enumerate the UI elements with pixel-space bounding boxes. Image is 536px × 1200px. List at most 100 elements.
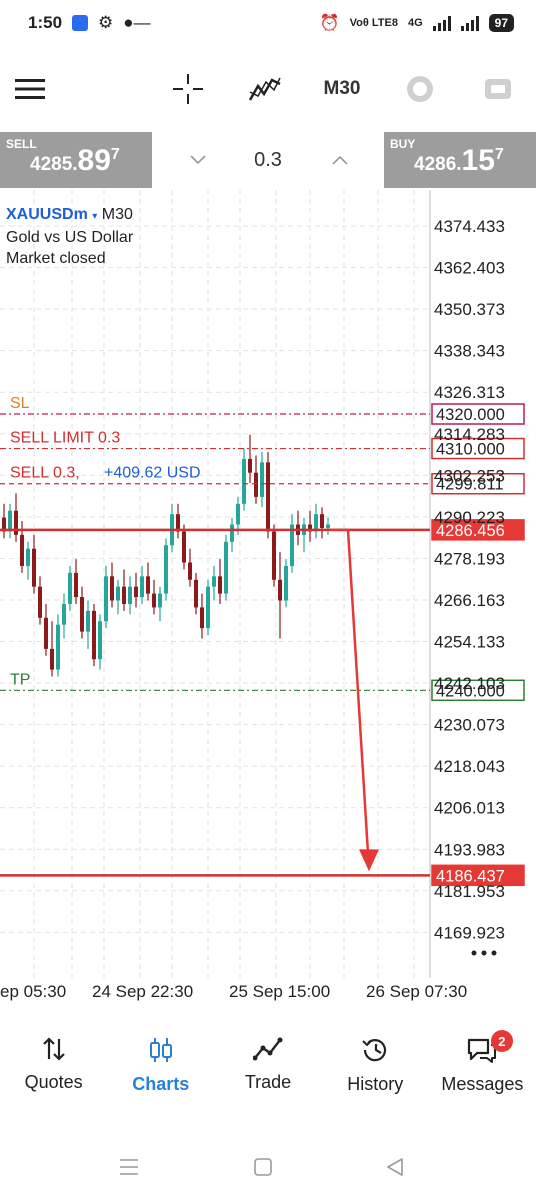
more-dot[interactable] (481, 950, 487, 956)
candle-bearish (50, 621, 54, 677)
candle-body (164, 545, 168, 594)
nav-charts[interactable]: Charts (107, 1024, 214, 1114)
candle-bullish (164, 538, 168, 601)
symbol-name[interactable]: XAUUSDm (6, 206, 88, 223)
buy-button[interactable]: BUY 4286.157 (384, 132, 536, 188)
price-tick: 4350.373 (434, 300, 505, 319)
one-click-trading-panel: SELL 4285.897 0.3 BUY 4286.157 (0, 132, 536, 188)
candle-body (284, 565, 288, 601)
more-dot[interactable] (491, 950, 497, 956)
candle-bullish (104, 565, 108, 629)
candle-body (230, 524, 234, 542)
candle-bearish (14, 493, 18, 542)
candle-bullish (170, 503, 174, 553)
back-button[interactable] (384, 1156, 406, 1183)
square-icon (254, 1158, 272, 1176)
candle-bullish (26, 541, 30, 580)
sl-price-label: 4320.000 (436, 406, 505, 424)
nav-quotes[interactable]: Quotes (0, 1024, 107, 1114)
time-tick: 26 Sep 07:30 (366, 982, 468, 1001)
lot-size: 0.3 (152, 132, 384, 188)
sell-price: 4285.897 (30, 144, 120, 177)
candle-body (236, 503, 240, 525)
candle-bullish (314, 503, 318, 539)
candle-bullish (128, 576, 132, 615)
candle-bullish (158, 586, 162, 622)
chart-settings-icon (485, 79, 511, 99)
price-tick: 4338.343 (434, 342, 505, 361)
crosshair-button[interactable] (170, 58, 206, 120)
candle-bearish (296, 510, 300, 546)
nav-trade[interactable]: Trade (214, 1024, 321, 1114)
candle-bullish (206, 579, 210, 636)
price-tick: 4266.163 (434, 591, 505, 610)
nav-label: Messages (441, 1074, 524, 1094)
time-tick: 24 Sep 22:30 (92, 982, 194, 1001)
candle-body (320, 514, 324, 528)
lot-value[interactable]: 0.3 (254, 149, 282, 172)
candle-bullish (212, 565, 216, 601)
candle-body (326, 524, 330, 528)
candle-bullish (284, 559, 288, 608)
fullscreen-button[interactable] (480, 58, 516, 120)
price-chart[interactable]: SL 4320.000 SELL LIMIT 0.3 4310.000 SELL 0.3… (0, 190, 536, 980)
candle-bearish (74, 559, 78, 604)
trade-levels-button[interactable] (402, 58, 438, 120)
candle-bearish (38, 576, 42, 625)
candle-body (140, 576, 144, 598)
more-dot[interactable] (471, 950, 477, 956)
candle-bearish (92, 603, 96, 667)
price-tick: 4218.043 (434, 757, 505, 776)
candle-body (218, 576, 222, 594)
lot-decrease-button[interactable] (178, 132, 218, 188)
candle-bearish (2, 503, 6, 539)
nav-label: Quotes (24, 1072, 83, 1092)
chart-canvas[interactable]: SL4320.000SELL LIMIT 0.34310.000SELL 0.3… (0, 190, 536, 980)
lot-increase-button[interactable] (320, 132, 360, 188)
trade-icon (253, 1037, 283, 1061)
candle-bearish (122, 569, 126, 611)
price-tick: 4374.433 (434, 217, 505, 236)
sell-button[interactable]: SELL 4285.897 (0, 132, 152, 188)
candle-bullish (224, 534, 228, 601)
candle-bullish (326, 517, 330, 535)
menu-button[interactable] (12, 58, 48, 120)
quotes-icon (42, 1037, 65, 1061)
clock-icon (407, 76, 433, 102)
candle-body (8, 510, 12, 532)
candle-body (104, 576, 108, 622)
battery-indicator: 97 (488, 14, 514, 32)
signal-icon-2 (460, 15, 479, 31)
indicators-button[interactable] (245, 58, 285, 120)
candle-body (62, 603, 66, 625)
candle-body (122, 586, 126, 604)
signal-icon (432, 15, 451, 31)
candle-bullish (302, 517, 306, 553)
symbol-timeframe: M30 (101, 206, 133, 223)
back-triangle-icon (387, 1158, 403, 1176)
home-button[interactable] (252, 1156, 274, 1183)
candle-bearish (44, 603, 48, 656)
nav-history[interactable]: History (322, 1024, 429, 1114)
candle-body (128, 586, 132, 604)
price-tick: 4230.073 (434, 716, 505, 735)
symbol-info: XAUUSDm ▾ M30 Gold vs US Dollar Market c… (6, 204, 133, 269)
candle-body (200, 607, 204, 629)
candle-body (266, 462, 270, 532)
candle-body (86, 610, 90, 632)
candle-bullish (290, 514, 294, 573)
candle-body (74, 572, 78, 598)
nav-messages[interactable]: 2 Messages (429, 1024, 536, 1114)
menu-lines-icon (120, 1159, 138, 1175)
recent-apps-button[interactable] (118, 1156, 140, 1183)
price-tick: 4242.103 (434, 674, 505, 693)
candle-body (110, 576, 114, 601)
candle-body (38, 586, 42, 618)
candle-bearish (80, 586, 84, 639)
timeframe-button[interactable]: M30 (318, 58, 366, 120)
candle-body (98, 621, 102, 660)
candle-body (158, 593, 162, 608)
status-bar: 1:50 ⚙ ●— ⏰ Voθ LTE8 4G 97 (0, 0, 536, 46)
candle-bearish (308, 510, 312, 542)
candle-bullish (8, 503, 12, 539)
